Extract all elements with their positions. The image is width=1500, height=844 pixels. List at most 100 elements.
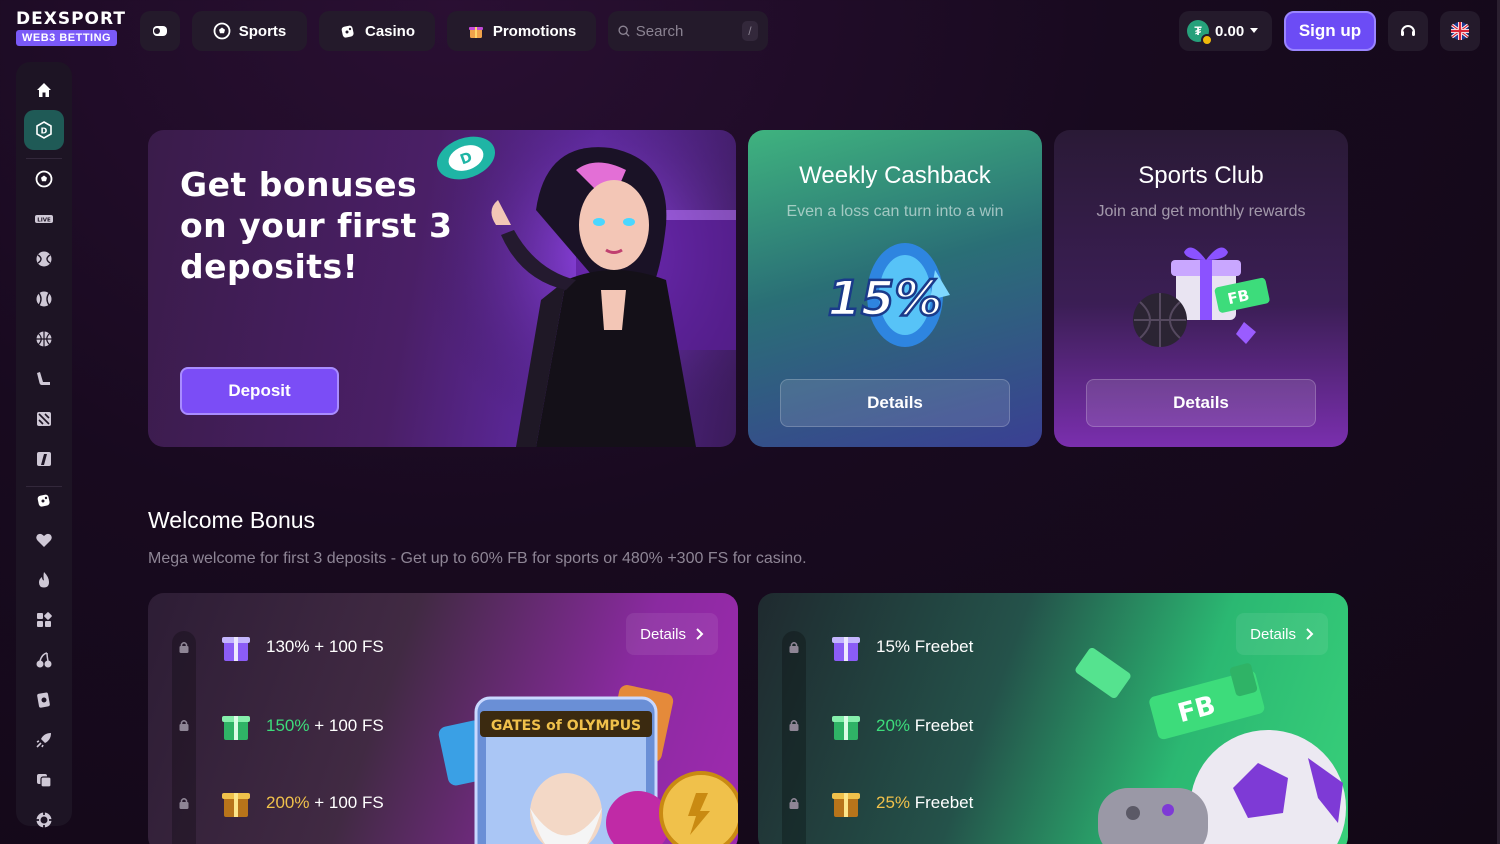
casino-welcome-bonus-card: 130% + 100 FS 150% + 100 FS 200% + 100 F… (148, 593, 738, 844)
sidebar-item-crash[interactable] (24, 720, 64, 760)
sidebar-item-baseball[interactable] (24, 279, 64, 319)
promo-subtitle: Join and get monthly rewards (1096, 203, 1306, 220)
headset-icon (1401, 25, 1415, 36)
baseball-icon (36, 291, 52, 307)
nav-sports-label: Sports (238, 22, 287, 40)
purple-gift-icon (222, 637, 250, 661)
cashback-details-button[interactable]: Details (780, 379, 1010, 427)
nav-promotions-button[interactable]: Promotions (447, 11, 596, 51)
game-logo-text: GATES of OLYMPUS (491, 718, 641, 734)
section-subtitle: Mega welcome for first 3 deposits - Get … (148, 550, 807, 567)
cashback-15-percent-illustration: 15% (826, 243, 950, 347)
rocket-icon (36, 733, 51, 748)
bonus-tier-2: 150% + 100 FS (218, 708, 384, 744)
promo-card-weekly-cashback: Weekly Cashback Even a loss can turn int… (748, 130, 1042, 447)
gift-icon (468, 27, 483, 38)
tier-progress-track (172, 631, 196, 844)
tier-text: 20% Freebet (876, 716, 974, 735)
tier-text: 150% + 100 FS (266, 716, 384, 735)
brand-logo[interactable]: DEXSPORT WEB3 BETTING (16, 10, 126, 46)
sidebar-item-favorites[interactable] (24, 520, 64, 560)
promo-subtitle: Even a loss can turn into a win (786, 203, 1004, 220)
sidebar-item-live[interactable]: LIVE (24, 199, 64, 239)
heart-icon (36, 533, 52, 547)
nav-casino-button[interactable]: Casino (319, 11, 435, 51)
casino-bonus-details-button[interactable]: Details (626, 613, 718, 655)
promo-card-sports-club: Sports Club Join and get monthly rewards… (1054, 130, 1348, 447)
details-label: Details (640, 625, 686, 643)
chevron-right-icon (1306, 628, 1314, 640)
sidebar-item-hockey[interactable] (24, 359, 64, 399)
svg-text:D: D (41, 127, 48, 136)
lock-icon (789, 798, 799, 809)
sidebar-item-soccer[interactable] (24, 159, 64, 199)
hero-title: Get bonuses on your first 3 deposits! (180, 165, 453, 286)
promo-title: Sports Club (1138, 162, 1264, 189)
casino-dice-icon (37, 494, 50, 507)
tier-text: 25% Freebet (876, 793, 974, 812)
support-button[interactable] (1388, 11, 1428, 51)
sidebar-item-cards[interactable] (24, 680, 64, 720)
brand-tagline: WEB3 BETTING (16, 30, 118, 46)
casino-dice-icon (341, 25, 354, 38)
sidebar-item-slots[interactable] (24, 640, 64, 680)
sidebar-item-hot[interactable] (24, 560, 64, 600)
search-shortcut-hint: / (741, 21, 758, 41)
sidebar-item-basketball[interactable] (24, 319, 64, 359)
details-label: Details (1250, 625, 1296, 643)
sidebar-item-table-games[interactable] (24, 760, 64, 800)
sidebar-item-live-casino[interactable] (24, 800, 64, 840)
sport-bonus-details-button[interactable]: Details (1236, 613, 1328, 655)
gold-gift-icon (222, 793, 250, 817)
live-icon: LIVE (35, 215, 53, 224)
sidebar-item-casino[interactable] (24, 480, 64, 520)
soccer-ball-icon (35, 170, 53, 188)
lock-icon (179, 642, 189, 653)
chip-icon (36, 812, 52, 828)
grid-icon (37, 612, 52, 627)
cashback-percent-badge: 15% (828, 271, 943, 327)
sidebar: D LIVE (16, 62, 72, 828)
search-input[interactable] (635, 22, 736, 40)
toggle-icon (153, 26, 167, 36)
section-title: Welcome Bonus (148, 507, 316, 533)
dex-icon: D (36, 121, 52, 139)
balance-amount: 0.00 (1215, 22, 1245, 40)
fire-icon (39, 572, 49, 588)
search-box[interactable]: / (608, 11, 768, 51)
tier-text: 200% + 100 FS (266, 793, 384, 812)
nav-sports-button[interactable]: Sports (192, 11, 307, 51)
esports-icon (37, 412, 51, 426)
hockey-icon (37, 372, 50, 385)
lock-icon (179, 720, 189, 731)
gates-of-olympus-illustration: GATES of OLYMPUS (438, 685, 738, 844)
nav-casino-label: Casino (364, 22, 415, 40)
promo-title: Weekly Cashback (799, 162, 991, 189)
bonus-tier-1: 15% Freebet (828, 629, 973, 665)
tennis-ball-icon (36, 251, 52, 267)
sign-up-button[interactable]: Sign up (1284, 11, 1376, 51)
language-button[interactable] (1440, 11, 1480, 51)
bonus-tier-1: 130% + 100 FS (218, 629, 384, 665)
sports-club-gift-illustration: FB (1133, 247, 1270, 347)
sidebar-item-esports[interactable] (24, 399, 64, 439)
sidebar-item-mma[interactable] (24, 439, 64, 479)
lock-icon (179, 798, 189, 809)
basketball-icon (36, 331, 52, 347)
sidebar-item-tennis[interactable] (24, 239, 64, 279)
tier-progress-track (782, 631, 806, 844)
purple-gift-icon (832, 637, 860, 661)
sidebar-item-dex[interactable]: D (24, 110, 64, 150)
deposit-button[interactable]: Deposit (180, 367, 339, 415)
chevron-down-icon (1250, 28, 1259, 33)
sidebar-toggle-button[interactable] (140, 11, 180, 51)
bonus-tier-3: 200% + 100 FS (218, 785, 384, 821)
balance-selector[interactable]: ₮ 0.00 (1179, 11, 1272, 51)
card-icon (37, 692, 50, 708)
sidebar-item-all-games[interactable] (24, 600, 64, 640)
cherries-icon (36, 652, 52, 668)
sidebar-item-home[interactable] (24, 70, 64, 110)
search-icon (618, 25, 630, 37)
table-games-icon (37, 774, 52, 788)
sports-club-details-button[interactable]: Details (1086, 379, 1316, 427)
